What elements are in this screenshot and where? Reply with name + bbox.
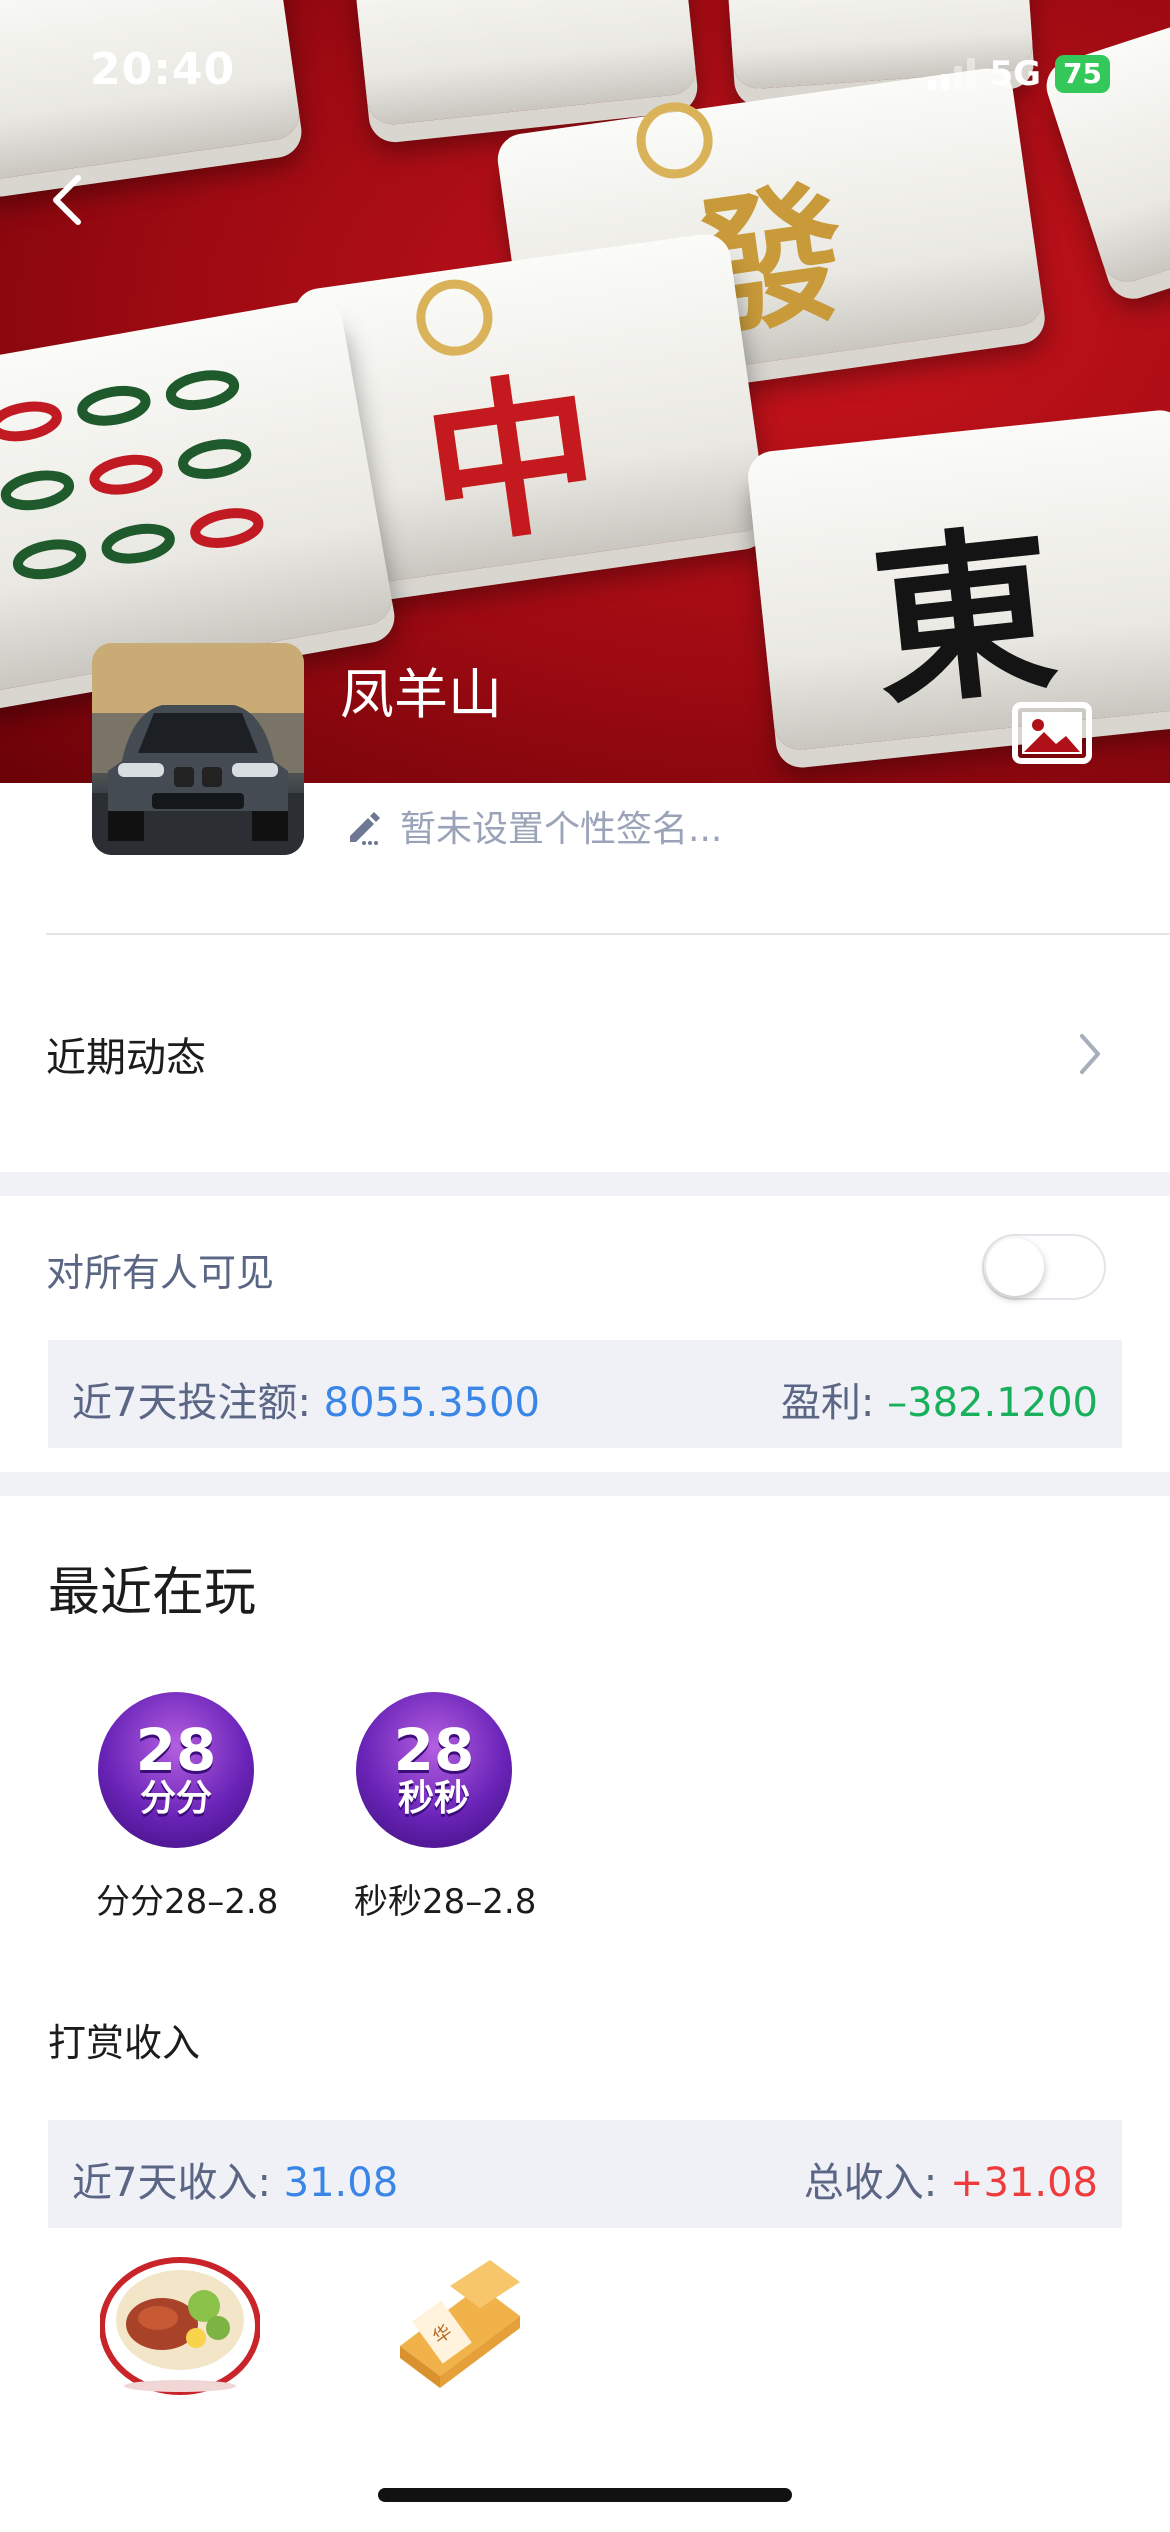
visibility-toggle[interactable] (982, 1234, 1106, 1300)
game-logo-miaomiao28: 28 秒秒 (356, 1692, 512, 1848)
week-income-value: 31.08 (283, 2160, 399, 2206)
section-separator (0, 1472, 1170, 1496)
week-income-row: 近7天收入: 31.08 (72, 2150, 398, 2208)
total-income-row: 总收入: +31.08 (804, 2150, 1098, 2208)
game-item[interactable]: 28 秒秒 秒秒28–2.8 (354, 1692, 537, 1923)
avatar[interactable] (92, 643, 304, 855)
bet-amount-value: 8055.3500 (323, 1380, 540, 1426)
game-name: 分分28–2.8 (96, 1882, 279, 1922)
signal-icon (928, 58, 976, 90)
week-income-label: 近7天收入: (72, 2160, 271, 2206)
change-cover-image-icon[interactable] (1012, 702, 1092, 764)
chevron-right-icon (1080, 1034, 1100, 1074)
status-time: 20:40 (90, 44, 236, 95)
gift-rice-bowl-icon (100, 2257, 260, 2395)
profit-label: 盈利: (780, 1380, 875, 1426)
profit-value: –382.1200 (887, 1380, 1098, 1426)
signature-row[interactable]: 暂未设置个性签名... (344, 800, 722, 852)
gift-pastry-icon: 华 (400, 2260, 520, 2388)
mahjong-tile-circles (0, 295, 396, 695)
divider (46, 933, 1170, 935)
total-income-label: 总收入: (803, 2160, 938, 2206)
home-indicator[interactable] (378, 2488, 792, 2502)
game-name: 秒秒28–2.8 (354, 1882, 537, 1922)
status-indicators: 5G 75 (928, 52, 1110, 96)
game-logo-fenfen28: 28 分分 (98, 1692, 254, 1848)
recently-playing-title: 最近在玩 (48, 1563, 257, 1623)
profile-name: 凤羊山 (340, 663, 502, 726)
signature-placeholder: 暂未设置个性签名... (400, 809, 723, 850)
bet-amount-label: 近7天投注额: (72, 1380, 311, 1426)
recent-activity-label: 近期动态 (46, 1035, 206, 1081)
network-type: 5G (989, 54, 1042, 94)
battery-icon: 75 (1055, 55, 1110, 93)
total-income-value: +31.08 (949, 2160, 1098, 2206)
edit-pencil-icon (350, 812, 380, 845)
mahjong-tile-dong: 東 (745, 407, 1170, 753)
game-item[interactable]: 28 分分 分分28–2.8 (96, 1692, 279, 1923)
section-separator (0, 1172, 1170, 1196)
bet-amount-row: 近7天投注额: 8055.3500 (72, 1370, 540, 1428)
tip-income-title: 打赏收入 (48, 2021, 201, 2065)
profit-row: 盈利: –382.1200 (781, 1370, 1098, 1428)
back-icon[interactable] (48, 170, 88, 230)
toggle-knob (986, 1238, 1044, 1296)
visibility-label: 对所有人可见 (46, 1251, 275, 1295)
